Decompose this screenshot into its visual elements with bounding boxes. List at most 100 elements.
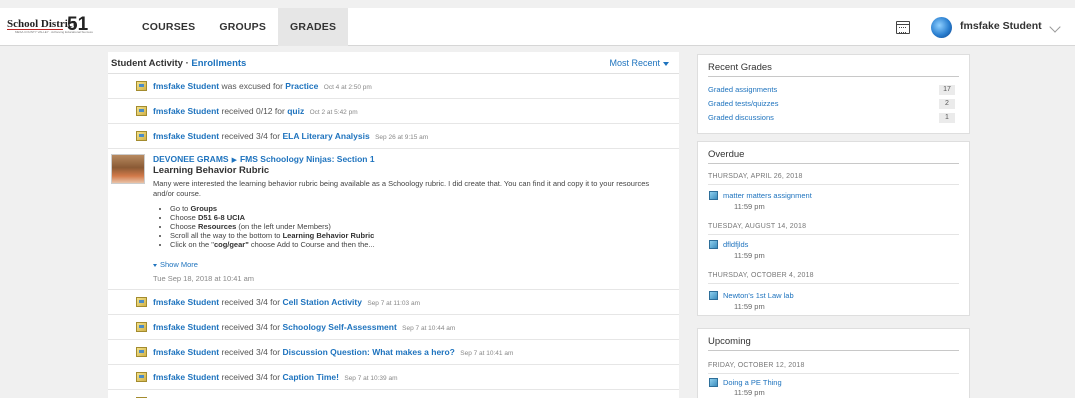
step-text: Go to	[170, 204, 191, 213]
student-link[interactable]: fmsfake Student	[153, 131, 219, 141]
assignment-link[interactable]: Caption Time!	[282, 372, 339, 382]
sort-dropdown[interactable]: Most Recent	[609, 58, 669, 68]
assignment-link[interactable]: Schoology Self-Assessment	[282, 322, 396, 332]
post-steps-list: Go to Groups Choose D51 6-8 UCIA Choose …	[170, 204, 375, 249]
grade-icon	[136, 131, 147, 141]
activity-text: fmsfake Student was excused for Practice…	[153, 81, 372, 91]
grade-summary-link[interactable]: Graded discussions	[708, 113, 774, 122]
student-link[interactable]: fmsfake Student	[153, 347, 219, 357]
step-bold: Groups	[190, 204, 218, 213]
activity-row: fmsfake Student received 3/4 for Caption…	[108, 365, 679, 390]
student-link[interactable]: fmsfake Student	[153, 322, 219, 332]
step-bold: Resources	[197, 222, 237, 231]
due-time: 11:59 pm	[734, 302, 765, 311]
due-date-heading: THURSDAY, OCTOBER 4, 2018	[708, 272, 814, 279]
grade-icon	[136, 347, 147, 357]
district-logo[interactable]: School District 51 MESA COUNTY VALLEY · …	[7, 14, 97, 40]
activity-action: received 3/4 for	[221, 297, 281, 307]
activity-text: fmsfake Student received 3/4 for Caption…	[153, 372, 397, 382]
assignment-link[interactable]: Doing a PE Thing	[723, 378, 782, 387]
list-item: Scroll all the way to the bottom to Lear…	[170, 231, 375, 240]
activity-title: Student Activity · Enrollments	[111, 58, 246, 69]
assignment-link[interactable]: Cell Station Activity	[282, 297, 362, 307]
activity-text: fmsfake Student received 3/4 for Discuss…	[153, 347, 513, 357]
assignment-icon	[709, 240, 718, 249]
grade-summary-row[interactable]: Graded tests/quizzes 2	[708, 99, 959, 110]
divider	[708, 283, 959, 284]
count-badge: 17	[939, 85, 955, 95]
activity-time: Sep 7 at 10:41 am	[460, 350, 514, 357]
activity-text: fmsfake Student received 3/4 for Cell St…	[153, 297, 420, 307]
nav-courses[interactable]: COURSES	[130, 8, 207, 46]
activity-text: fmsfake Student received 0/12 for quiz O…	[153, 106, 358, 116]
activity-row: fmsfake Student was excused for Practice…	[108, 74, 679, 99]
step-text: choose Add to Course and then the...	[248, 240, 375, 249]
student-link[interactable]: fmsfake Student	[153, 81, 219, 91]
assignment-link[interactable]: ELA Literary Analysis	[282, 131, 369, 141]
show-more-link[interactable]: Show More	[153, 260, 198, 269]
nav-groups[interactable]: GROUPS	[207, 8, 278, 46]
assignment-link[interactable]: matter matters assignment	[723, 191, 812, 200]
step-text: Choose	[170, 222, 198, 231]
sort-label: Most Recent	[609, 58, 660, 68]
assignment-link[interactable]: Practice	[285, 81, 318, 91]
user-avatar[interactable]	[931, 17, 952, 38]
due-date-heading: TUESDAY, AUGUST 14, 2018	[708, 223, 807, 230]
logo-subtitle: MESA COUNTY VALLEY · Achieving Education…	[15, 30, 93, 34]
step-bold: D51 6-8 UCIA	[197, 213, 246, 222]
step-text: (on the left under Members)	[236, 222, 331, 231]
assignment-link[interactable]: quiz	[287, 106, 304, 116]
student-link[interactable]: fmsfake Student	[153, 297, 219, 307]
list-item: Choose Resources (on the left under Memb…	[170, 222, 375, 231]
step-text: Scroll all the way to the bottom to	[170, 231, 283, 240]
due-date-heading: FRIDAY, OCTOBER 12, 2018	[708, 362, 805, 369]
student-link[interactable]: fmsfake Student	[153, 372, 219, 382]
caret-down-icon	[663, 61, 669, 66]
grade-summary-row[interactable]: Graded discussions 1	[708, 113, 959, 124]
assignment-link[interactable]: Newton's 1st Law lab	[723, 291, 794, 300]
grade-icon	[136, 322, 147, 332]
list-item: Choose D51 6-8 UCIA	[170, 213, 375, 222]
grade-summary-row[interactable]: Graded assignments 17	[708, 85, 959, 96]
author-avatar[interactable]	[111, 154, 145, 184]
enrollments-link[interactable]: Enrollments	[191, 58, 246, 69]
activity-action: received 3/4 for	[221, 372, 281, 382]
count-badge: 1	[939, 113, 955, 123]
overdue-card: Overdue THURSDAY, APRIL 26, 2018 matter …	[697, 141, 970, 316]
count-badge: 2	[939, 99, 955, 109]
due-time: 11:59 pm	[734, 202, 765, 211]
group-link[interactable]: FMS Schoology Ninjas: Section 1	[240, 154, 375, 164]
activity-action: received 3/4 for	[221, 347, 281, 357]
activity-row	[108, 390, 679, 398]
activity-time: Sep 7 at 11:03 am	[367, 300, 420, 307]
grade-summary-link[interactable]: Graded tests/quizzes	[708, 99, 778, 108]
activity-time: Sep 7 at 10:39 am	[344, 375, 398, 382]
chevron-down-icon[interactable]	[1049, 21, 1061, 33]
calendar-icon[interactable]	[896, 21, 910, 34]
assignment-link[interactable]: Discussion Question: What makes a hero?	[282, 347, 454, 357]
activity-action: was excused for	[221, 81, 283, 91]
step-text: Click on the "	[170, 240, 214, 249]
activity-header: Student Activity · Enrollments Most Rece…	[108, 52, 679, 74]
divider	[708, 373, 959, 374]
list-item: Go to Groups	[170, 204, 375, 213]
assignment-link[interactable]: dfldfjlds	[723, 240, 748, 249]
card-title: Overdue	[708, 149, 959, 164]
activity-time: Sep 7 at 10:44 am	[402, 325, 456, 332]
activity-text: fmsfake Student received 3/4 for ELA Lit…	[153, 131, 428, 141]
assignment-icon	[709, 378, 718, 387]
assignment-icon	[709, 291, 718, 300]
student-link[interactable]: fmsfake Student	[153, 106, 219, 116]
activity-text: fmsfake Student received 3/4 for Schoolo…	[153, 322, 455, 332]
card-title: Recent Grades	[708, 62, 959, 77]
grade-summary-link[interactable]: Graded assignments	[708, 85, 777, 94]
activity-row: fmsfake Student received 3/4 for ELA Lit…	[108, 124, 679, 149]
activity-row: fmsfake Student received 3/4 for Schoolo…	[108, 315, 679, 340]
author-link[interactable]: DEVONEE GRAMS	[153, 154, 229, 164]
top-navigation-bar: School District 51 MESA COUNTY VALLEY · …	[0, 8, 1075, 46]
activity-time: Sep 26 at 9:15 am	[375, 134, 429, 141]
nav-grades[interactable]: GRADES	[278, 8, 349, 46]
activity-row: fmsfake Student received 0/12 for quiz O…	[108, 99, 679, 124]
user-name[interactable]: fmsfake Student	[960, 20, 1042, 32]
grade-icon	[136, 81, 147, 91]
